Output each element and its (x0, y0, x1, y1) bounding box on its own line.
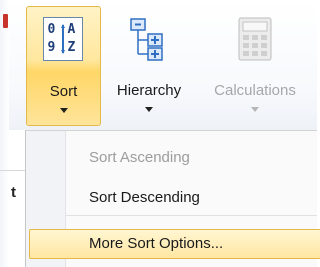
sort-icon-glyph: A (67, 22, 76, 37)
hierarchy-button[interactable]: Hierarchy (106, 6, 192, 126)
calculator-icon (234, 16, 276, 62)
sort-icon-glyph: Z (67, 40, 76, 55)
sort-label: Sort (49, 83, 78, 100)
background-divider (0, 170, 25, 171)
background-text: t (11, 184, 16, 201)
hierarchy-icon (128, 16, 170, 62)
left-edge (0, 0, 9, 267)
sort-icon-glyph: 9 (47, 40, 56, 55)
ribbon-edge-marker (3, 14, 8, 28)
sort-arrows-icon (60, 24, 65, 54)
menu-item-sort-descending[interactable]: Sort Descending (89, 189, 200, 206)
calculations-label: Calculations (214, 82, 296, 99)
hierarchy-label: Hierarchy (116, 82, 182, 99)
chevron-down-icon (59, 108, 68, 113)
chevron-down-icon (251, 107, 259, 112)
sort-button[interactable]: 0 A 9 Z Sort (26, 6, 101, 126)
sort-icon-glyph: 0 (47, 22, 56, 37)
calculations-button[interactable]: Calculations (196, 6, 314, 126)
sort-az-icon: 0 A 9 Z (42, 17, 85, 63)
menu-separator (66, 215, 317, 216)
menu-item-more-sort-options[interactable]: More Sort Options... (89, 235, 223, 252)
sort-dropdown-menu: Sort Ascending Sort Descending More Sort… (25, 130, 320, 267)
menu-item-sort-ascending[interactable]: Sort Ascending (89, 149, 190, 166)
chevron-down-icon (145, 107, 153, 112)
